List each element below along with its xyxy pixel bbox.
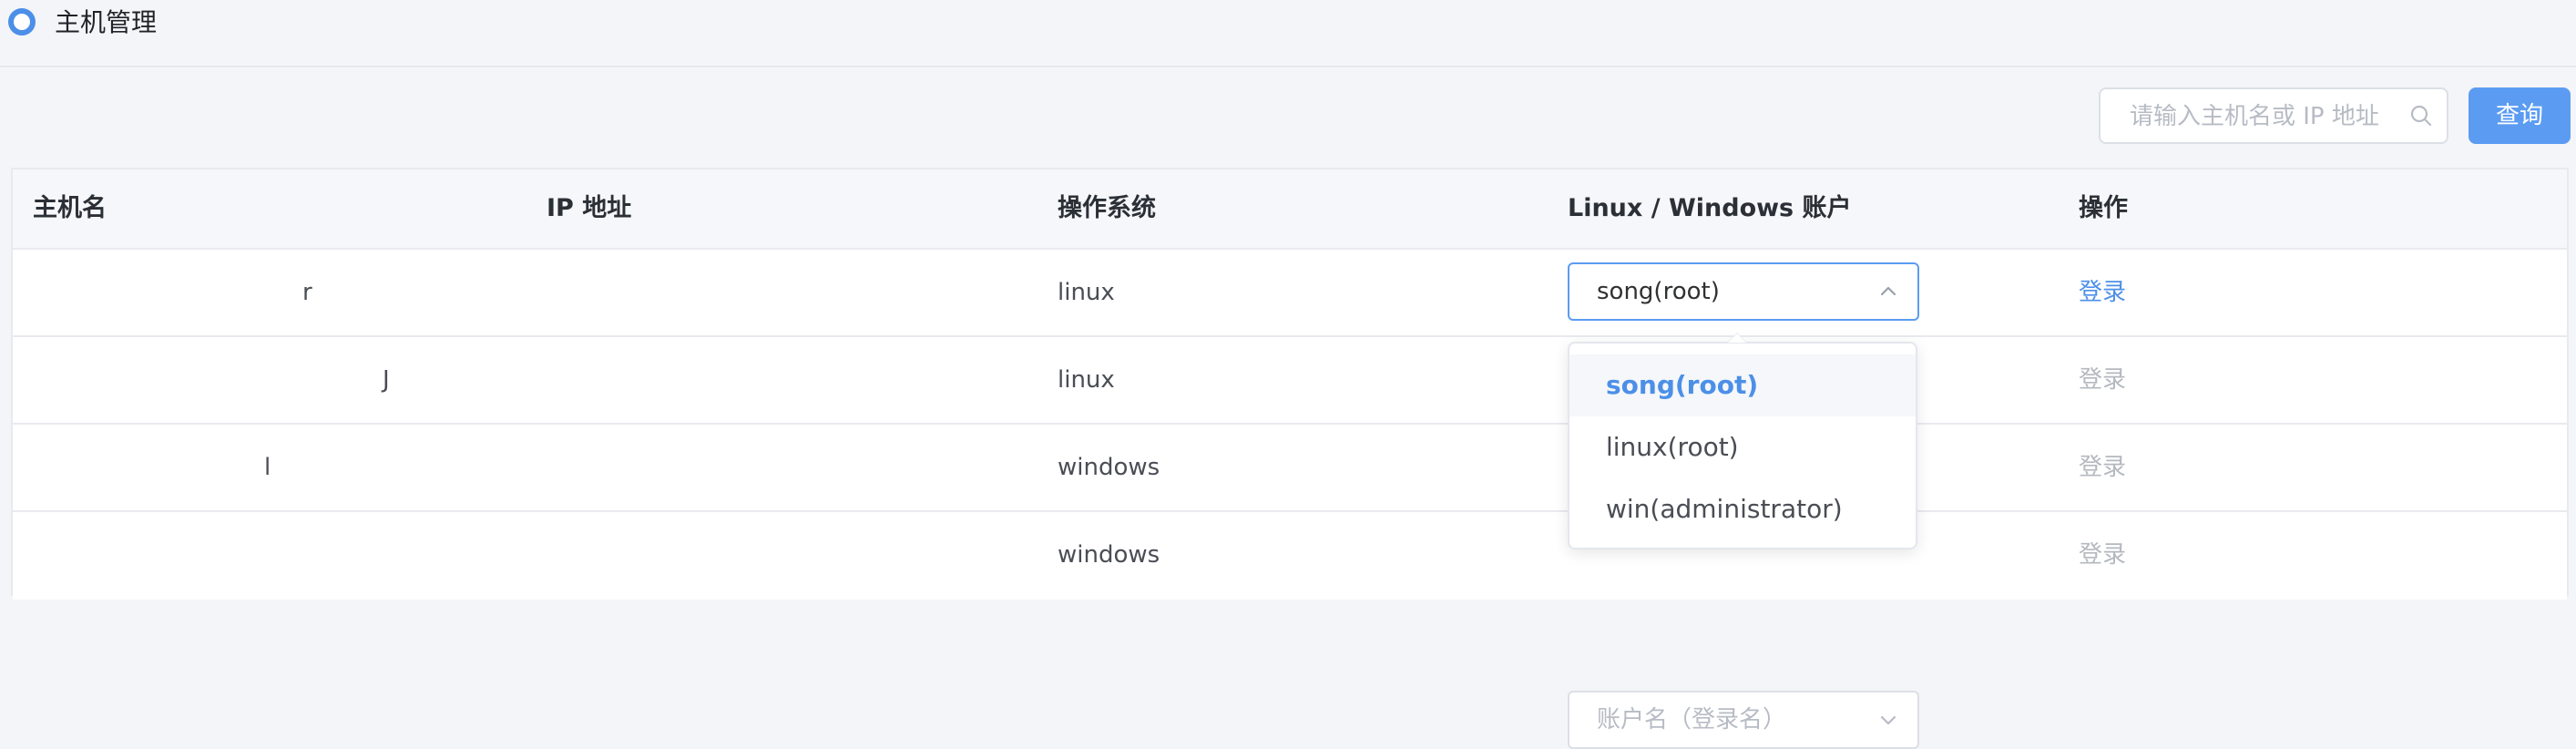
redacted-hostname [33, 459, 270, 477]
search-box[interactable] [2099, 87, 2448, 144]
column-header-account: Linux / Windows 账户 [1568, 194, 1852, 222]
redacted-ip [547, 459, 683, 477]
redacted-hostname [33, 372, 397, 390]
page-title: 主机管理 [55, 7, 158, 37]
os-cell: windows [1058, 454, 1160, 481]
login-link[interactable]: 登录 [2079, 337, 2126, 423]
chevron-up-icon [1880, 286, 1896, 296]
table-row: l windows 登录 [13, 425, 2567, 512]
search-icon[interactable] [2408, 103, 2434, 128]
hostname-cell: r [302, 279, 312, 306]
dropdown-option-linux-root[interactable]: linux(root) [1569, 416, 1916, 478]
account-select[interactable]: 账户名（登录名） [1568, 691, 1919, 749]
chevron-down-icon [1880, 715, 1896, 725]
host-table: 主机名 IP 地址 操作系统 Linux / Windows 账户 操作 r l… [11, 168, 2569, 749]
login-link[interactable]: 登录 [2079, 250, 2126, 335]
table-row: windows 登录 [13, 512, 2567, 600]
login-link[interactable]: 登录 [2079, 425, 2126, 510]
dropdown-option-song-root[interactable]: song(root) [1569, 354, 1916, 416]
hostname-cell: l [264, 454, 271, 481]
column-header-ip: IP 地址 [547, 194, 632, 222]
redacted-hostname [33, 547, 286, 565]
account-select-value: song(root) [1597, 278, 1720, 305]
login-link[interactable]: 登录 [2079, 512, 2126, 598]
circle-icon [8, 8, 36, 36]
search-input[interactable] [2128, 89, 2405, 144]
redacted-hostname [33, 284, 304, 303]
page-header: 主机管理 [0, 0, 2576, 67]
redacted-ip [547, 547, 683, 565]
table-row: J linux 登录 [13, 337, 2567, 425]
column-header-hostname: 主机名 [33, 194, 107, 222]
dropdown-arrow [1727, 333, 1747, 343]
redacted-ip [547, 284, 692, 303]
hostname-cell: J [383, 366, 390, 394]
os-cell: linux [1058, 366, 1115, 394]
account-select-placeholder: 账户名（登录名） [1597, 706, 1787, 734]
os-cell: windows [1058, 541, 1160, 569]
table-header: 主机名 IP 地址 操作系统 Linux / Windows 账户 操作 [13, 169, 2567, 250]
account-dropdown-menu: song(root) linux(root) win(administrator… [1568, 342, 1917, 549]
column-header-os: 操作系统 [1058, 194, 1156, 222]
dropdown-option-win-administrator[interactable]: win(administrator) [1569, 478, 1916, 540]
table-row: r linux 登录 [13, 250, 2567, 337]
redacted-ip [547, 372, 674, 390]
account-select[interactable]: song(root) [1568, 262, 1919, 321]
column-header-action: 操作 [2079, 194, 2128, 222]
os-cell: linux [1058, 279, 1115, 306]
query-button[interactable]: 查询 [2469, 87, 2571, 144]
